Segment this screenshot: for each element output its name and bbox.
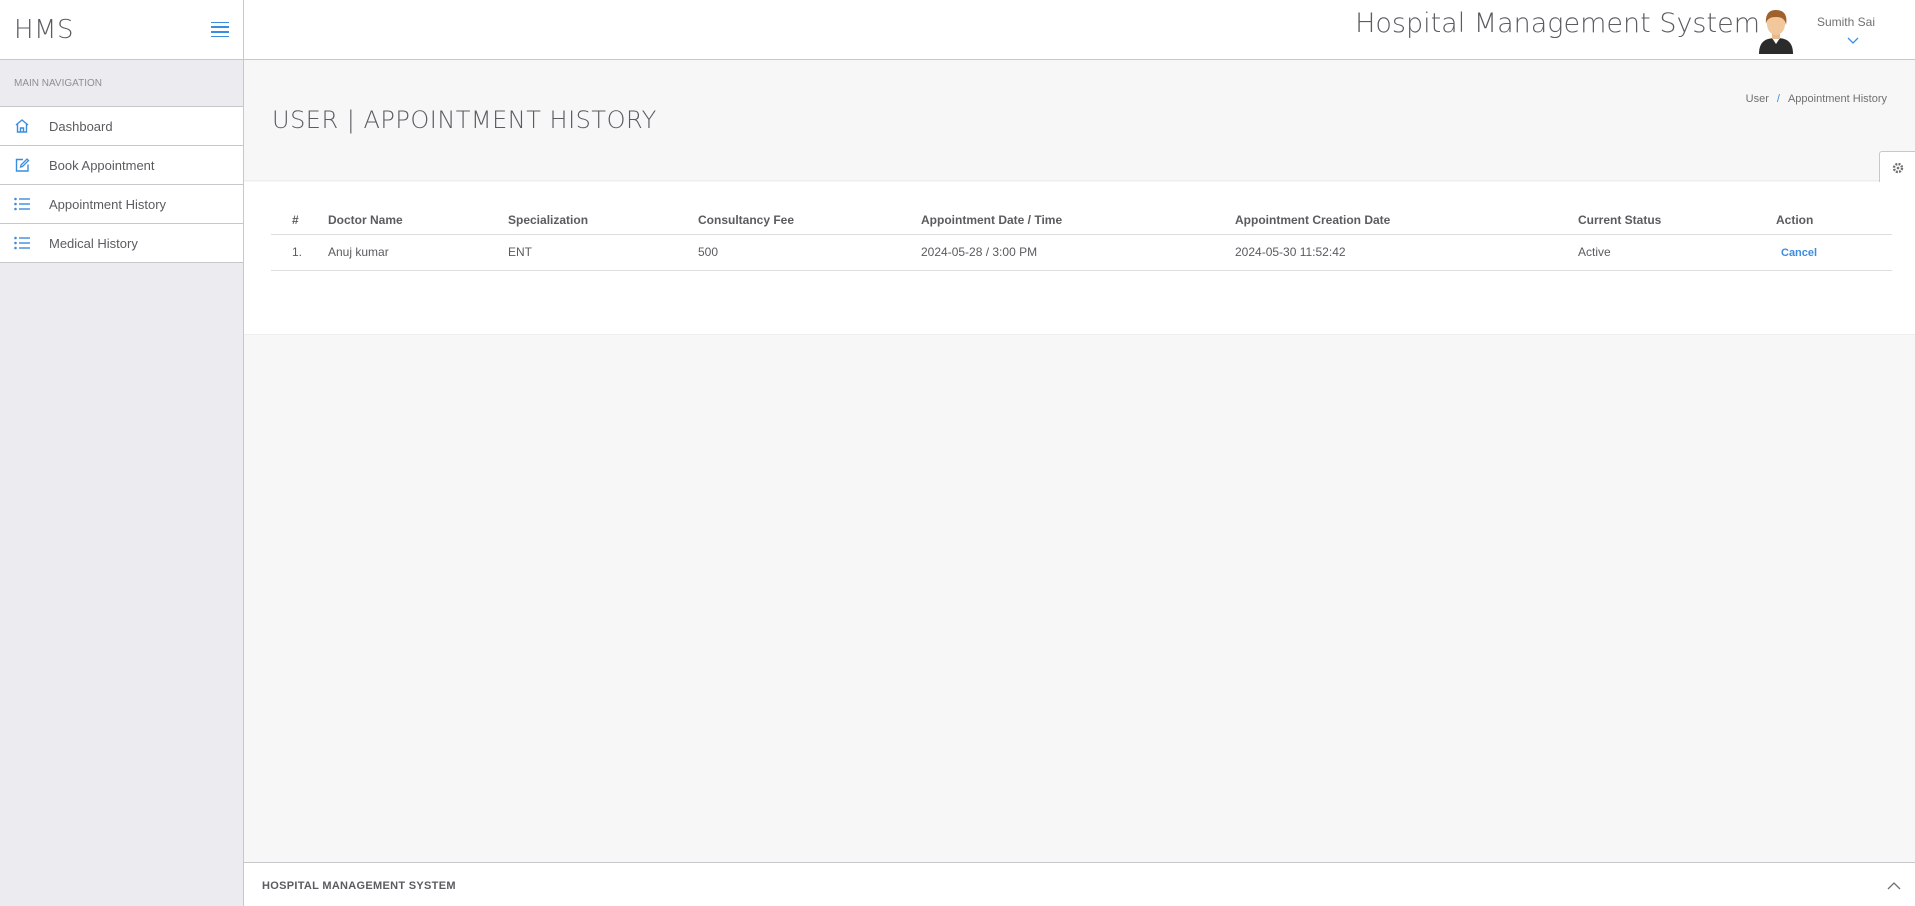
sidebar-item-appointment-history[interactable]: Appointment History <box>0 185 243 224</box>
chevron-up-icon[interactable] <box>1887 877 1901 895</box>
sidebar-item-label: Medical History <box>49 235 138 251</box>
page-header: USER | APPOINTMENT HISTORY User / Appoin… <box>244 61 1915 181</box>
top-header: Hospital Management System Sumith Sai <box>244 0 1915 60</box>
sidebar-item-book-appointment[interactable]: Book Appointment <box>0 146 243 185</box>
list-icon <box>14 197 49 211</box>
column-header: Appointment Date / Time <box>921 212 1235 235</box>
app-title: Hospital Management System <box>1355 8 1760 39</box>
column-header: Doctor Name <box>328 212 508 235</box>
nav-section-title: Main Navigation <box>0 60 243 107</box>
edit-icon <box>14 157 49 173</box>
status-text: Active <box>1578 234 1776 271</box>
table-row: 1. Anuj kumar ENT 500 2024-05-28 / 3:00 … <box>271 234 1892 271</box>
table-header-row: # Doctor Name Specialization Consultancy… <box>271 212 1892 235</box>
brand-bar: HMS <box>0 0 243 60</box>
column-header: # <box>271 212 328 235</box>
appointments-table: # Doctor Name Specialization Consultancy… <box>271 212 1892 271</box>
consultancy-fee: 500 <box>698 234 921 271</box>
home-icon <box>14 118 49 134</box>
page-title: USER | APPOINTMENT HISTORY <box>272 106 657 134</box>
gear-icon <box>1892 161 1904 179</box>
breadcrumb-item-current: Appointment History <box>1787 93 1887 105</box>
breadcrumb: User / Appointment History <box>1746 93 1887 105</box>
doctor-name: Anuj kumar <box>328 234 508 271</box>
creation-date: 2024-05-30 11:52:42 <box>1235 234 1578 271</box>
chevron-down-icon[interactable] <box>1847 32 1859 50</box>
sidebar-item-medical-history[interactable]: Medical History <box>0 224 243 263</box>
breadcrumb-item-user[interactable]: User <box>1746 93 1769 105</box>
sidebar-item-dashboard[interactable]: Dashboard <box>0 107 243 146</box>
brand-logo[interactable]: HMS <box>14 15 74 45</box>
specialization: ENT <box>508 234 698 271</box>
sidebar: HMS Main Navigation Dashboard Book Appoi… <box>0 0 244 906</box>
row-number: 1. <box>271 234 328 271</box>
user-name[interactable]: Sumith Sai <box>1817 15 1875 29</box>
column-header: Appointment Creation Date <box>1235 212 1578 235</box>
sidebar-item-label: Dashboard <box>49 118 113 134</box>
user-avatar[interactable] <box>1757 8 1795 54</box>
cancel-appointment-link[interactable]: Cancel <box>1776 247 1817 259</box>
footer-text: Hospital Management System <box>262 880 456 892</box>
column-header: Consultancy Fee <box>698 212 921 235</box>
sidebar-toggle-icon[interactable] <box>211 21 229 38</box>
appointment-datetime: 2024-05-28 / 3:00 PM <box>921 234 1235 271</box>
sidebar-item-label: Book Appointment <box>49 157 155 173</box>
list-icon <box>14 236 49 250</box>
appointment-history-panel: # Doctor Name Specialization Consultancy… <box>244 182 1915 335</box>
column-header: Specialization <box>508 212 698 235</box>
sidebar-item-label: Appointment History <box>49 196 167 212</box>
footer: Hospital Management System <box>244 862 1915 906</box>
column-header: Current Status <box>1578 212 1776 235</box>
column-header: Action <box>1776 212 1892 235</box>
breadcrumb-separator: / <box>1776 93 1780 105</box>
